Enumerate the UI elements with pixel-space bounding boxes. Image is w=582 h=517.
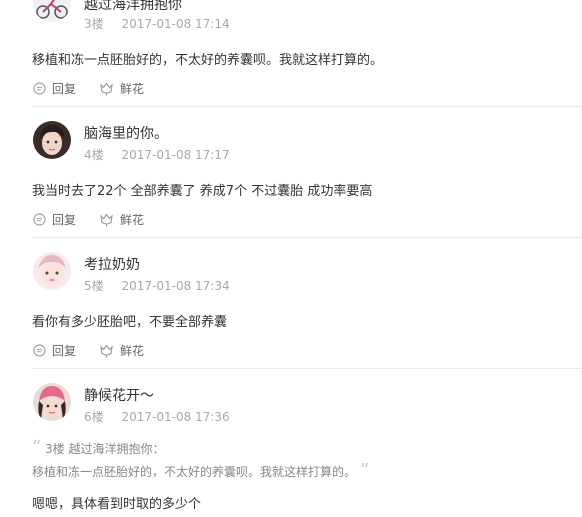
- close-quote-icon: ”: [359, 460, 370, 481]
- timestamp: 2017-01-08 17:17: [121, 148, 230, 162]
- avatar[interactable]: [33, 121, 71, 159]
- reply-icon: [33, 213, 46, 226]
- post-meta: 4楼 2017-01-08 17:17: [84, 146, 230, 163]
- flower-icon: [100, 82, 113, 95]
- open-quote-icon: “: [32, 437, 42, 458]
- comment-text: 我当时去了22个 全部养囊了 养成7个 不过囊胎 成功率要高: [32, 184, 373, 199]
- timestamp: 2017-01-08 17:36: [121, 410, 230, 424]
- floor-number: 3楼: [84, 17, 104, 31]
- comment-text: 看你有多少胚胎吧，不要全部养囊: [32, 315, 228, 330]
- floor-number: 5楼: [84, 279, 104, 293]
- quoted-reply: “ 3楼 越过海洋拥抱你： 移植和冻一点胚胎好的，不太好的养囊呗。我就这样打算的…: [32, 437, 369, 481]
- quote-text: 移植和冻一点胚胎好的，不太好的养囊呗。我就这样打算的。: [32, 465, 357, 479]
- flower-icon: [100, 213, 113, 226]
- flower-icon: [100, 344, 113, 357]
- reply-button[interactable]: 回复: [33, 80, 76, 97]
- timestamp: 2017-01-08 17:14: [121, 17, 230, 31]
- flower-button[interactable]: 鲜花: [99, 80, 144, 97]
- post-meta: 5楼 2017-01-08 17:34: [84, 277, 230, 294]
- avatar[interactable]: [33, 252, 71, 290]
- reply-icon: [33, 344, 46, 357]
- floor-number: 6楼: [84, 410, 104, 424]
- divider: [32, 237, 582, 238]
- avatar[interactable]: [33, 383, 71, 421]
- flower-button[interactable]: 鲜花: [99, 211, 144, 228]
- username[interactable]: 越过海洋拥抱你: [84, 0, 182, 14]
- username[interactable]: 静候花开～: [84, 385, 154, 405]
- reply-icon: [33, 82, 46, 95]
- comment-text: 嗯嗯，具体看到时取的多少个: [32, 497, 202, 512]
- divider: [32, 368, 582, 369]
- quote-header: 3楼 越过海洋拥抱你：: [45, 442, 165, 456]
- reply-button[interactable]: 回复: [33, 211, 76, 228]
- divider: [32, 106, 582, 107]
- username[interactable]: 考拉奶奶: [84, 254, 140, 274]
- post-meta: 6楼 2017-01-08 17:36: [84, 408, 230, 425]
- reply-button[interactable]: 回复: [33, 342, 76, 359]
- comment-text: 移植和冻一点胚胎好的，不太好的养囊呗。我就这样打算的。: [32, 53, 384, 68]
- timestamp: 2017-01-08 17:34: [121, 279, 230, 293]
- username[interactable]: 脑海里的你。: [84, 123, 168, 143]
- post-meta: 3楼 2017-01-08 17:14: [84, 15, 230, 32]
- floor-number: 4楼: [84, 148, 104, 162]
- flower-button[interactable]: 鲜花: [99, 342, 144, 359]
- avatar[interactable]: [33, 0, 71, 22]
